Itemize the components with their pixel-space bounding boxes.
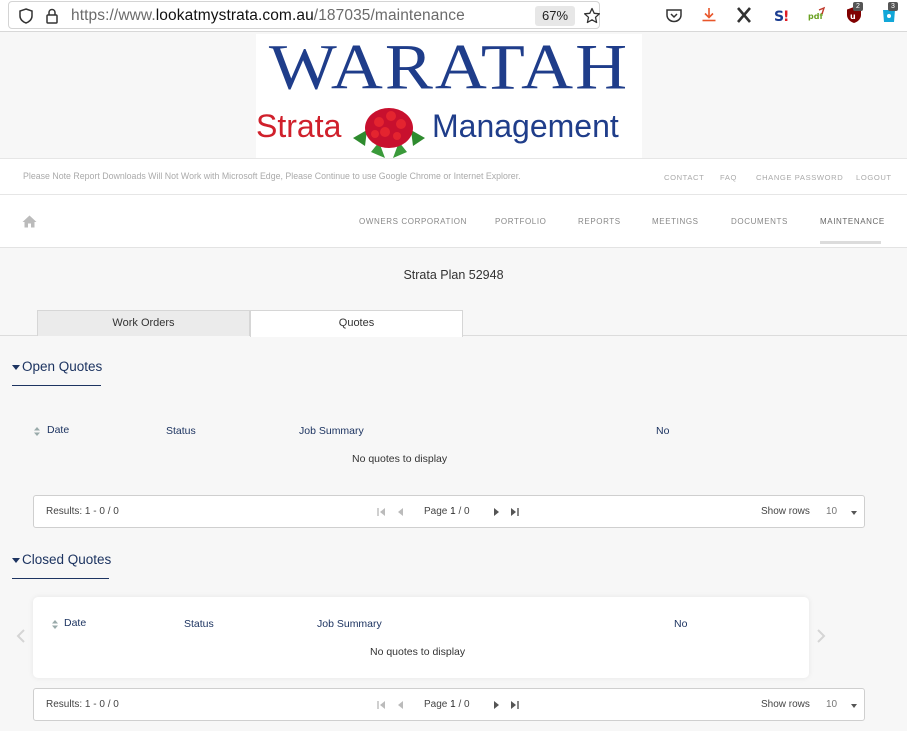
- open-quotes-heading[interactable]: Open Quotes: [22, 359, 102, 374]
- svg-text:pdf: pdf: [808, 12, 823, 21]
- contact-link[interactable]: CONTACT: [664, 173, 704, 182]
- lock-icon[interactable]: [45, 8, 59, 24]
- column-header-date[interactable]: Date: [47, 424, 69, 436]
- nav-meetings[interactable]: MEETINGS: [652, 217, 699, 226]
- next-page-icon[interactable]: [492, 700, 502, 710]
- sort-icon[interactable]: [34, 427, 40, 436]
- column-header-status[interactable]: Status: [166, 425, 196, 437]
- nav-portfolio[interactable]: PORTFOLIO: [495, 217, 546, 226]
- svg-text:u: u: [850, 12, 856, 21]
- faq-link[interactable]: FAQ: [720, 173, 737, 182]
- nav-active-indicator: [820, 241, 881, 244]
- results-count: Results: 1 - 0 / 0: [46, 699, 119, 710]
- collapse-caret-icon[interactable]: [12, 365, 20, 370]
- nav-maintenance[interactable]: MAINTENANCE: [820, 217, 885, 226]
- shield-icon[interactable]: [19, 8, 33, 24]
- closed-quotes-table: Date Status Job Summary No No quotes to …: [33, 597, 809, 678]
- show-rows-label: Show rows: [761, 506, 810, 517]
- empty-state-message: No quotes to display: [370, 646, 466, 658]
- column-header-no[interactable]: No: [674, 618, 687, 630]
- browser-notice-text: Please Note Report Downloads Will Not Wo…: [23, 171, 521, 181]
- collapse-caret-icon[interactable]: [12, 558, 20, 563]
- logo-waratah-text: WARATAH: [268, 31, 630, 104]
- page-indicator: Page 1 / 0: [424, 699, 470, 710]
- column-header-no[interactable]: No: [656, 425, 669, 437]
- rows-per-page-select[interactable]: 10: [826, 506, 837, 517]
- column-header-date[interactable]: Date: [64, 617, 86, 629]
- dropdown-caret-icon[interactable]: [851, 511, 857, 515]
- scroll-right-icon[interactable]: [816, 629, 826, 643]
- nav-reports[interactable]: REPORTS: [578, 217, 621, 226]
- pocket-icon[interactable]: [665, 6, 683, 24]
- s-extension-icon[interactable]: S !: [772, 6, 790, 24]
- address-bar[interactable]: https://www.lookatmystrata.com.au/187035…: [8, 1, 601, 29]
- nav-documents[interactable]: DOCUMENTS: [731, 217, 788, 226]
- logo-management-text: Management: [432, 108, 619, 144]
- home-icon[interactable]: [22, 215, 37, 228]
- x-extension-icon[interactable]: [735, 6, 753, 24]
- tab-quotes[interactable]: Quotes: [250, 310, 463, 337]
- logo-strata-text: Strata: [256, 108, 342, 144]
- logout-link[interactable]: LOGOUT: [856, 173, 892, 182]
- page-indicator: Page 1 / 0: [424, 506, 470, 517]
- next-page-icon[interactable]: [492, 507, 502, 517]
- previous-page-icon[interactable]: [395, 700, 405, 710]
- last-page-icon[interactable]: [510, 507, 520, 517]
- main-nav: OWNERS CORPORATION PORTFOLIO REPORTS MEE…: [0, 195, 907, 248]
- dropdown-caret-icon[interactable]: [851, 704, 857, 708]
- results-count: Results: 1 - 0 / 0: [46, 506, 119, 517]
- extension-badge: 2: [853, 2, 863, 11]
- first-page-icon[interactable]: [376, 700, 386, 710]
- notice-bar: Please Note Report Downloads Will Not Wo…: [0, 158, 907, 195]
- tab-work-orders[interactable]: Work Orders: [37, 310, 250, 336]
- first-page-icon[interactable]: [376, 507, 386, 517]
- zoom-level[interactable]: 67%: [535, 6, 575, 26]
- pdf-extension-icon[interactable]: pdf: [808, 6, 826, 24]
- show-rows-label: Show rows: [761, 699, 810, 710]
- column-header-job-summary[interactable]: Job Summary: [299, 425, 364, 437]
- scroll-left-icon[interactable]: [16, 629, 26, 643]
- page-title: Strata Plan 52948: [403, 268, 504, 282]
- company-logo[interactable]: WARATAH Strata Management: [256, 31, 642, 158]
- svg-text:!: !: [783, 9, 789, 24]
- nav-owners-corporation[interactable]: OWNERS CORPORATION: [359, 217, 467, 226]
- previous-page-icon[interactable]: [395, 507, 405, 517]
- bookmark-star-icon[interactable]: [583, 7, 601, 25]
- extension-badge: 3: [888, 2, 898, 11]
- site-header: WARATAH Strata Management: [0, 32, 907, 158]
- closed-quotes-pager: Results: 1 - 0 / 0 Page 1 / 0 Show rows …: [33, 688, 865, 721]
- section-underline: [12, 578, 109, 579]
- download-icon[interactable]: [700, 6, 718, 24]
- open-quotes-pager: Results: 1 - 0 / 0 Page 1 / 0 Show rows …: [33, 495, 865, 528]
- rows-per-page-select[interactable]: 10: [826, 699, 837, 710]
- url-text[interactable]: https://www.lookatmystrata.com.au/187035…: [71, 7, 465, 25]
- empty-state-message: No quotes to display: [352, 453, 448, 465]
- browser-toolbar: https://www.lookatmystrata.com.au/187035…: [0, 0, 907, 32]
- waratah-flower-icon: [353, 108, 425, 158]
- last-page-icon[interactable]: [510, 700, 520, 710]
- sort-icon[interactable]: [52, 620, 58, 629]
- change-password-link[interactable]: CHANGE PASSWORD: [756, 173, 843, 182]
- closed-quotes-heading[interactable]: Closed Quotes: [22, 552, 111, 567]
- column-header-status[interactable]: Status: [184, 618, 214, 630]
- column-header-job-summary[interactable]: Job Summary: [317, 618, 382, 630]
- section-underline: [12, 385, 101, 386]
